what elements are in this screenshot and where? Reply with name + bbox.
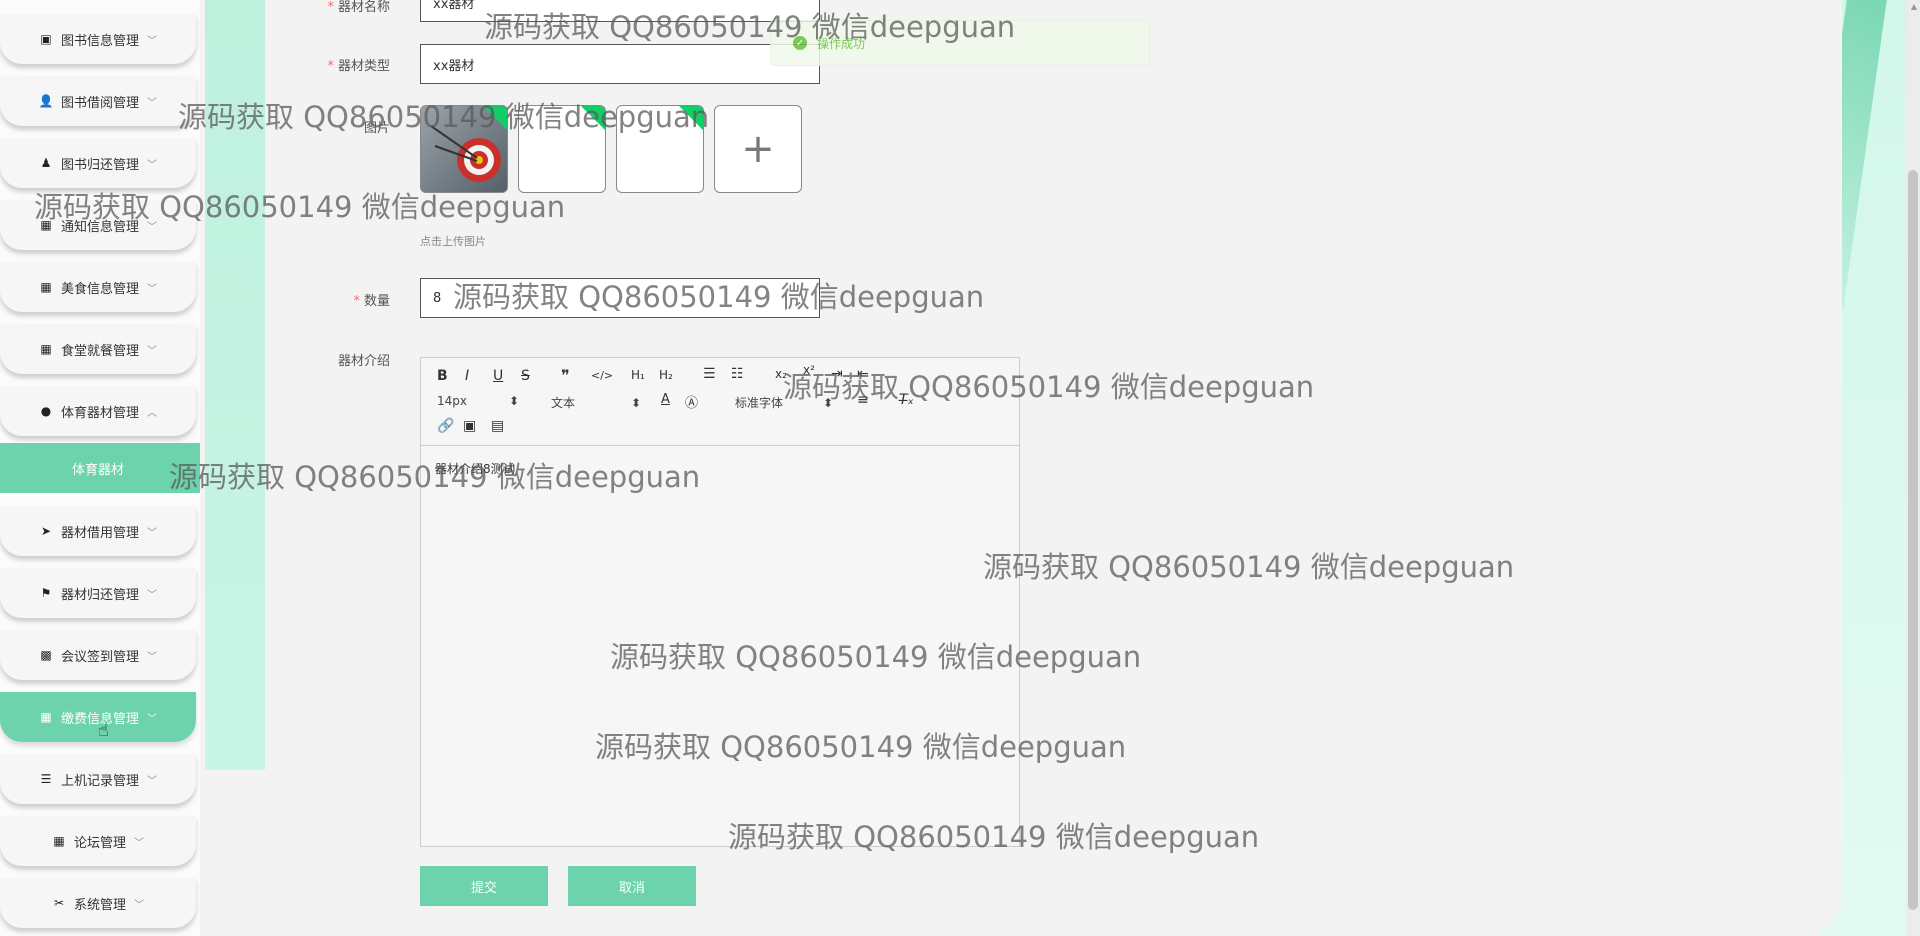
cancel-button[interactable]: 取消 xyxy=(568,866,696,906)
bulb-icon: ● xyxy=(40,404,52,418)
chevron-down-icon: ﹀ xyxy=(147,775,157,787)
chevron-up-icon: ︿ xyxy=(147,407,157,419)
scroll-up-icon[interactable]: ▲ xyxy=(1911,2,1917,11)
image-label: 图片 xyxy=(363,121,390,136)
sidebar-item-system[interactable]: ✂ 系统管理 ﹀ xyxy=(0,878,196,928)
sidebar-item-book-borrow[interactable]: 👤 图书借阅管理 ﹀ xyxy=(0,76,196,126)
grid-icon: ▦ xyxy=(53,834,65,848)
chevron-down-icon: ﹀ xyxy=(147,651,157,663)
sidebar-item-equipment-borrow[interactable]: ➤ 器材借用管理 ﹀ xyxy=(0,506,196,556)
indent-icon[interactable]: ⇥ xyxy=(831,366,843,382)
sidebar-item-meeting-signin[interactable]: ▩ 会议签到管理 ﹀ xyxy=(0,630,196,680)
sidebar-item-food[interactable]: ▦ 美食信息管理 ﹀ xyxy=(0,262,196,312)
underline-button[interactable]: U xyxy=(493,368,503,384)
editor-content[interactable]: 器材介绍8测试 xyxy=(435,460,515,477)
quote-button[interactable]: ❞ xyxy=(561,366,570,385)
quantity-label: * 数量 xyxy=(353,294,390,309)
success-toast: ✓ 操作成功 xyxy=(770,20,1150,66)
background-color-icon[interactable]: Ⓐ xyxy=(685,392,698,411)
grid-icon: ▦ xyxy=(40,710,52,724)
list-icon: ☰ xyxy=(40,772,52,786)
ordered-list-icon[interactable]: ☰ xyxy=(703,366,716,382)
upload-hint: 点击上传图片 xyxy=(420,235,486,248)
italic-button[interactable]: I xyxy=(465,368,469,384)
plus-icon: + xyxy=(741,126,775,172)
clear-format-icon[interactable]: T̶ₓ xyxy=(899,392,914,408)
flag-icon: ⚑ xyxy=(40,586,52,600)
chevron-down-icon: ﹀ xyxy=(147,283,157,295)
subscript-icon[interactable]: x₂ xyxy=(775,367,787,381)
sidebar-item-sports-equipment[interactable]: ● 体育器材管理 ︿ xyxy=(0,386,196,436)
sidebar-item-book-return[interactable]: ♟ 图书归还管理 ﹀ xyxy=(0,138,196,188)
intro-label: 器材介绍 xyxy=(337,354,390,369)
uploaded-image-2[interactable] xyxy=(518,105,606,193)
stamp-icon: ♟ xyxy=(40,156,52,170)
grid-icon: ▦ xyxy=(40,280,52,294)
uploaded-image-1[interactable] xyxy=(420,105,508,193)
font-color-icon[interactable]: A xyxy=(661,392,670,407)
type-label: * 器材类型 xyxy=(327,59,390,74)
strike-button[interactable]: S xyxy=(521,368,530,384)
chevron-down-icon: ﹀ xyxy=(147,713,157,725)
upload-success-corner xyxy=(581,106,605,130)
quantity-input[interactable]: 8 xyxy=(420,278,820,318)
tools-icon: ✂ xyxy=(53,896,65,910)
bullet-list-icon[interactable]: ☷ xyxy=(731,366,744,382)
chevron-down-icon: ﹀ xyxy=(147,35,157,47)
book-icon: ▣ xyxy=(40,32,52,46)
chevron-down-icon: ﹀ xyxy=(147,97,157,109)
submit-button[interactable]: 提交 xyxy=(420,866,548,906)
sidebar-item-computer-log[interactable]: ☰ 上机记录管理 ﹀ xyxy=(0,754,196,804)
type-input[interactable]: xx器材 xyxy=(420,44,820,84)
sidebar-item-equipment-return[interactable]: ⚑ 器材归还管理 ﹀ xyxy=(0,568,196,618)
scrollbar-thumb[interactable] xyxy=(1908,170,1918,910)
background-stripe-left xyxy=(205,0,265,770)
chevron-down-icon: ﹀ xyxy=(134,899,144,911)
h1-button[interactable]: H₁ xyxy=(631,368,645,382)
superscript-icon[interactable]: x² xyxy=(803,363,815,377)
upload-success-corner xyxy=(679,106,703,130)
send-icon: ➤ xyxy=(40,524,52,538)
add-image-button[interactable]: + xyxy=(714,105,802,193)
check-icon: ✓ xyxy=(793,36,807,50)
h2-button[interactable]: H₂ xyxy=(659,368,673,382)
sidebar-item-book-info[interactable]: ▣ 图书信息管理 ﹀ xyxy=(0,14,196,64)
video-icon[interactable]: ▤ xyxy=(491,418,504,434)
chevron-down-icon: ﹀ xyxy=(134,837,144,849)
bold-button[interactable]: B xyxy=(437,368,448,384)
chevron-down-icon: ﹀ xyxy=(147,527,157,539)
submenu-item-sports-equipment[interactable]: 体育器材 xyxy=(0,443,200,493)
mouse-cursor-icon: ☝ xyxy=(98,720,109,741)
grid9-icon: ▩ xyxy=(40,648,52,662)
grid-icon: ▦ xyxy=(40,342,52,356)
page-scrollbar[interactable]: ▲ xyxy=(1906,0,1920,936)
link-icon[interactable]: 🔗 xyxy=(437,418,454,434)
code-button[interactable]: </> xyxy=(591,369,613,382)
outdent-icon[interactable]: ⇤ xyxy=(857,366,869,382)
rich-text-editor[interactable]: B I U S ❞ </> H₁ H₂ ☰ ☷ x₂ x² ⇥ ⇤ 14px ⬍ … xyxy=(420,357,1020,847)
font-size-select[interactable]: 14px ⬍ xyxy=(437,394,519,408)
chevron-down-icon: ﹀ xyxy=(147,221,157,233)
image-icon[interactable]: ▣ xyxy=(463,418,476,434)
name-label: * 器材名称 xyxy=(327,0,390,15)
sidebar-item-notice[interactable]: ▦ 通知信息管理 ﹀ xyxy=(0,200,196,250)
grid-icon: ▦ xyxy=(40,218,52,232)
font-family-select[interactable]: 标准字体 ⬍ xyxy=(735,394,833,411)
sidebar-item-forum[interactable]: ▦ 论坛管理 ﹀ xyxy=(0,816,196,866)
editor-toolbar: B I U S ❞ </> H₁ H₂ ☰ ☷ x₂ x² ⇥ ⇤ 14px ⬍ … xyxy=(421,358,1019,446)
chevron-down-icon: ﹀ xyxy=(147,589,157,601)
user-icon: 👤 xyxy=(38,94,54,108)
name-input[interactable]: xx器材 xyxy=(420,0,820,22)
align-icon[interactable]: ≡ xyxy=(857,392,869,408)
chevron-down-icon: ﹀ xyxy=(147,345,157,357)
chevron-down-icon: ﹀ xyxy=(147,159,157,171)
sidebar-item-canteen[interactable]: ▦ 食堂就餐管理 ﹀ xyxy=(0,324,196,374)
uploaded-image-3[interactable] xyxy=(616,105,704,193)
upload-success-corner xyxy=(483,106,507,130)
sidebar: ▣ 图书信息管理 ﹀ 👤 图书借阅管理 ﹀ ♟ 图书归还管理 ﹀ ▦ 通知信息管理 ﹀ ▦ 美食信… xyxy=(0,0,200,936)
block-type-select[interactable]: 文本 ⬍ xyxy=(551,394,641,411)
